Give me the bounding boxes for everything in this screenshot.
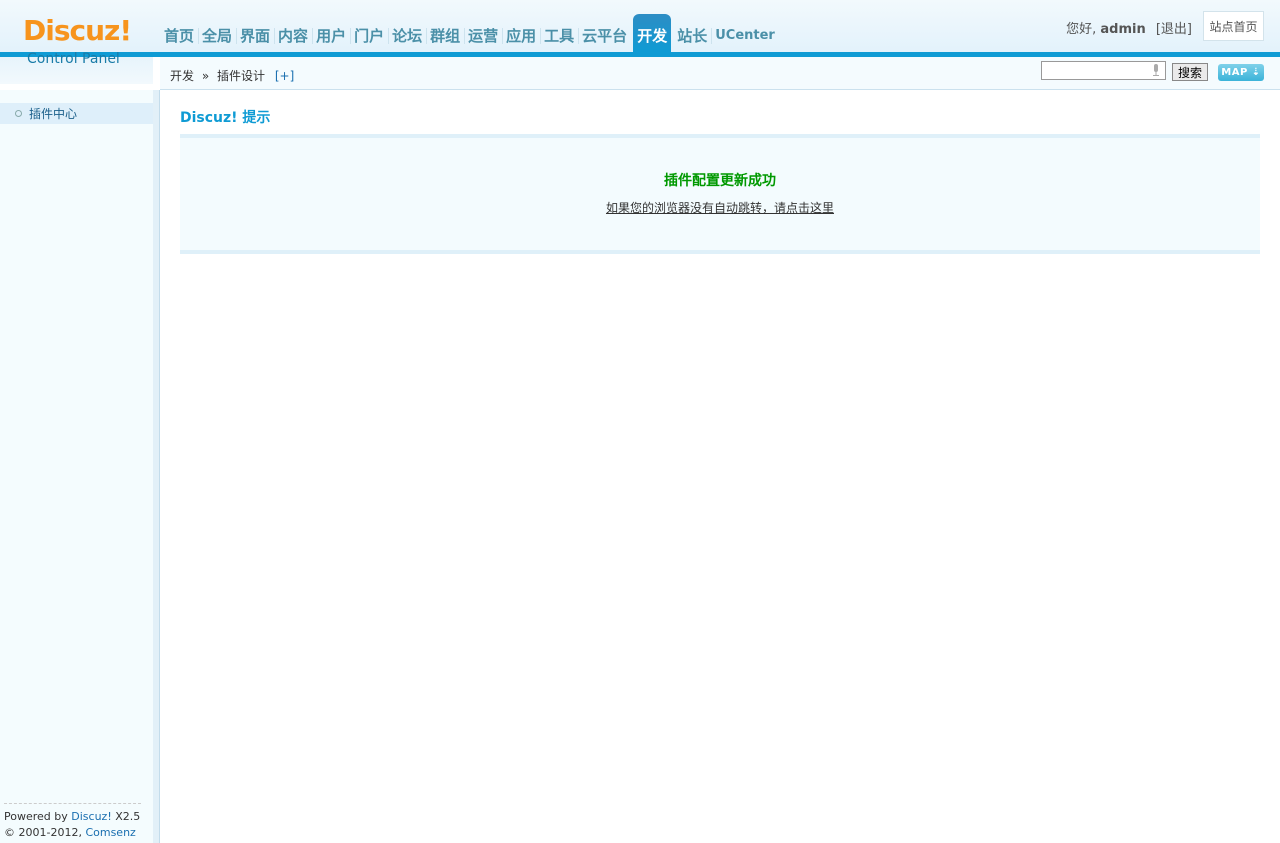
footer-powered: Powered by [4, 810, 68, 823]
logo-brand: Discuz! [23, 14, 132, 47]
breadcrumb-root[interactable]: 开发 [170, 69, 194, 83]
search-button[interactable]: 搜索 [1172, 63, 1208, 81]
map-button[interactable]: MAP ⇣ [1218, 64, 1264, 81]
footer-copyright: © 2001-2012, [4, 826, 82, 839]
nav-style[interactable]: 界面 [236, 14, 274, 52]
site-home-button[interactable]: 站点首页 [1203, 11, 1264, 41]
logout-link[interactable]: [退出] [1156, 22, 1192, 37]
breadcrumb-current: 插件设计 [217, 69, 266, 83]
footer-brand-link[interactable]: Discuz! [71, 810, 111, 823]
search-input[interactable] [1041, 61, 1166, 80]
main-nav: 首页 全局 界面 内容 用户 门户 论坛 群组 运营 应用 工具 云平台 开发 … [160, 14, 779, 52]
footer-version: X2.5 [111, 810, 141, 823]
redirect-link[interactable]: 如果您的浏览器没有自动跳转，请点击这里 [180, 199, 1260, 216]
sidebar-divider[interactable] [153, 90, 160, 843]
top-header: Discuz! 首页 全局 界面 内容 用户 门户 论坛 群组 运营 应用 工具… [0, 0, 1280, 57]
sidebar-footer: Powered by Discuz! X2.5 © 2001-2012, Com… [4, 803, 141, 843]
message-box: 插件配置更新成功 如果您的浏览器没有自动跳转，请点击这里 [180, 134, 1260, 254]
nav-apps[interactable]: 应用 [502, 14, 540, 52]
nav-develop[interactable]: 开发 [633, 14, 672, 52]
nav-user[interactable]: 用户 [312, 14, 350, 52]
bullet-icon [15, 110, 22, 117]
sub-bar: 开发 » 插件设计 [+] 搜索 MAP ⇣ [160, 57, 1280, 90]
nav-tools[interactable]: 工具 [540, 14, 578, 52]
success-message: 插件配置更新成功 [664, 173, 776, 189]
sidebar: 插件中心 Powered by Discuz! X2.5 © 2001-2012… [0, 90, 153, 843]
nav-webmaster[interactable]: 站长 [673, 14, 711, 52]
sidebar-item-plugin-center[interactable]: 插件中心 [0, 103, 153, 124]
sidebar-item-label: 插件中心 [29, 107, 78, 121]
microphone-icon [1153, 64, 1159, 76]
user-bar: 您好, admin [退出] [1066, 18, 1192, 37]
nav-forum[interactable]: 论坛 [388, 14, 426, 52]
page-title: Discuz! 提示 [180, 110, 271, 126]
nav-operation[interactable]: 运营 [464, 14, 502, 52]
nav-cloud[interactable]: 云平台 [578, 14, 631, 52]
nav-home[interactable]: 首页 [160, 14, 198, 52]
breadcrumb-separator: » [201, 69, 210, 83]
nav-global[interactable]: 全局 [198, 14, 236, 52]
nav-ucenter[interactable]: UCenter [711, 14, 779, 52]
nav-portal[interactable]: 门户 [350, 14, 388, 52]
add-shortcut-link[interactable]: [+] [275, 69, 294, 83]
logo-subtitle: Control Panel [27, 51, 120, 67]
username: admin [1100, 22, 1146, 37]
nav-content[interactable]: 内容 [274, 14, 312, 52]
logo[interactable]: Discuz! [0, 0, 153, 52]
greeting: 您好, [1066, 22, 1097, 37]
breadcrumb: 开发 » 插件设计 [+] [170, 67, 294, 84]
nav-group[interactable]: 群组 [426, 14, 464, 52]
